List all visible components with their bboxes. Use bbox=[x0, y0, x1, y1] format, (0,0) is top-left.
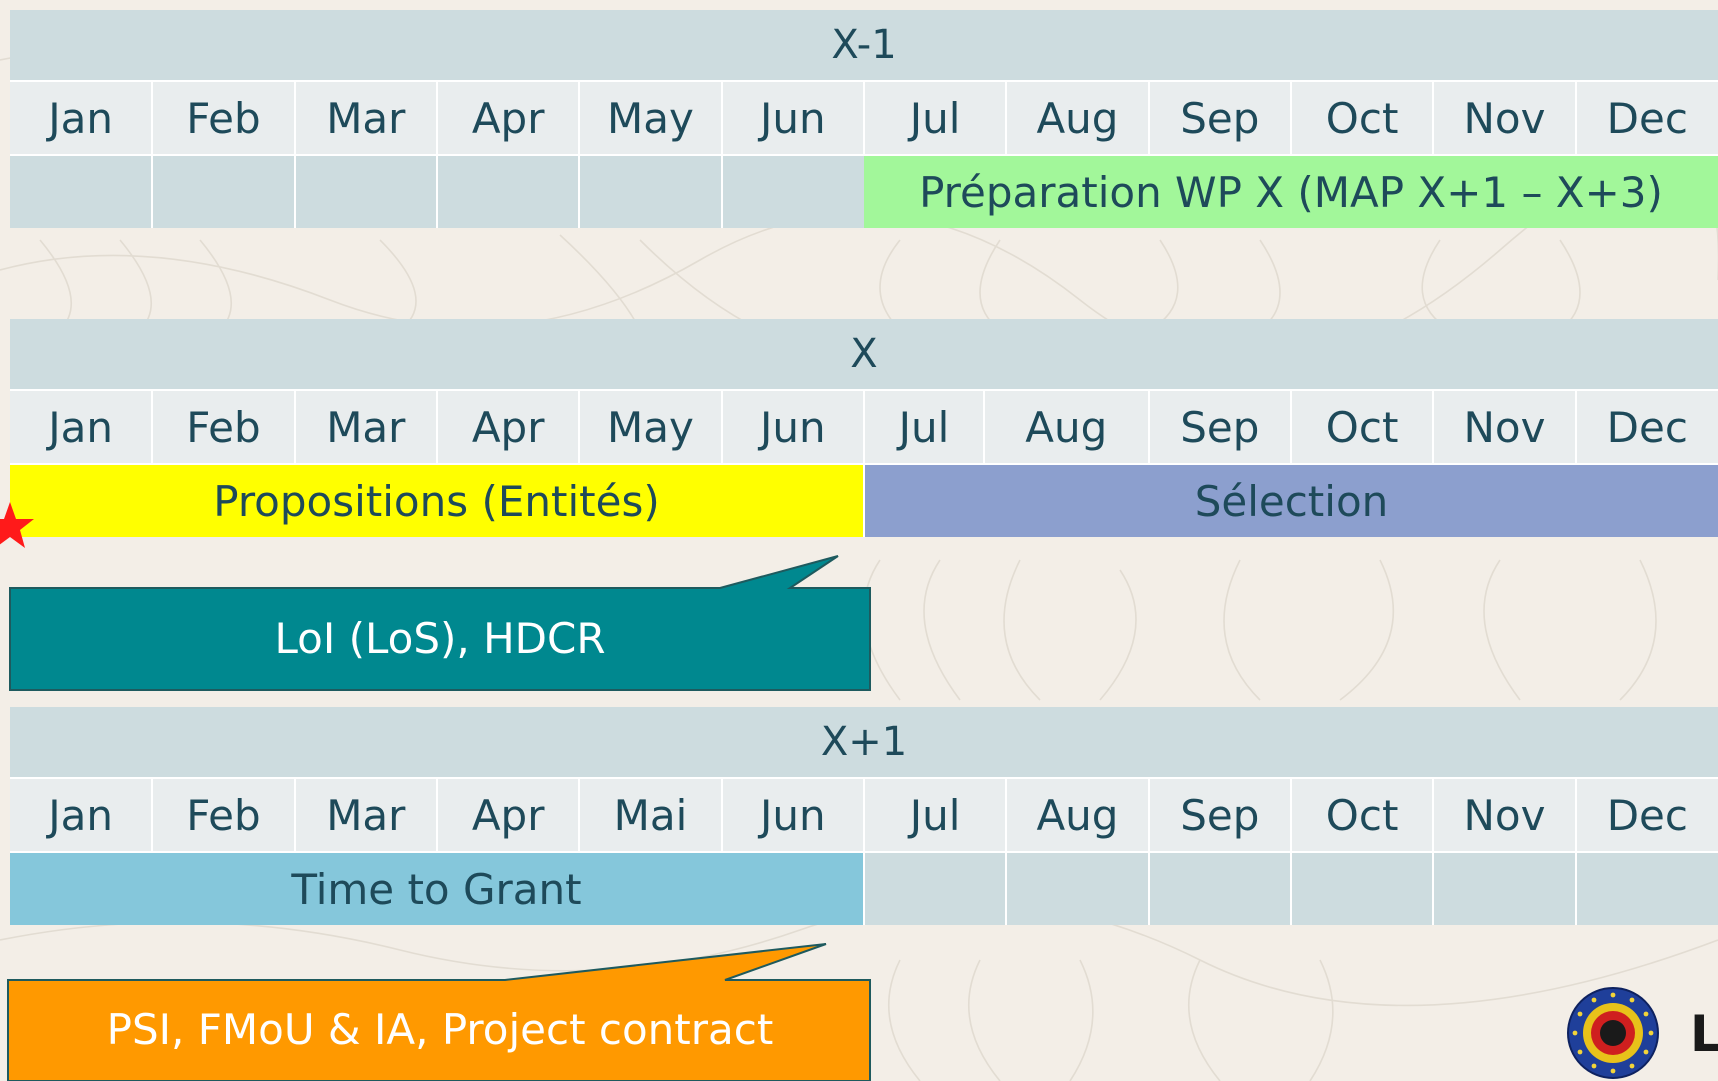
empty-cell bbox=[293, 156, 437, 228]
belgian-defence-emblem-icon bbox=[1567, 987, 1659, 1079]
month-cell: Sep bbox=[1147, 391, 1291, 463]
selection-band: Sélection bbox=[862, 465, 1718, 537]
month-cell: Mar bbox=[293, 779, 437, 851]
month-cell: Apr bbox=[435, 391, 580, 463]
month-cell: Feb bbox=[151, 779, 295, 851]
month-cell: Mar bbox=[293, 82, 437, 154]
empty-cell bbox=[720, 156, 864, 228]
month-cell: Oct bbox=[1289, 82, 1434, 154]
month-cell: Mai bbox=[578, 779, 722, 851]
month-cell: Aug bbox=[1005, 779, 1149, 851]
red-star-icon bbox=[0, 502, 34, 548]
empty-cell bbox=[578, 156, 722, 228]
month-cell: Feb bbox=[151, 82, 295, 154]
time-to-grant-band: Time to Grant bbox=[10, 853, 864, 925]
empty-cell bbox=[1289, 853, 1434, 925]
empty-cell bbox=[1005, 853, 1149, 925]
month-cell: Jun bbox=[720, 82, 864, 154]
logo-wordmark: L bbox=[1690, 1005, 1718, 1063]
month-cell: May bbox=[578, 82, 722, 154]
psi-callout-label: PSI, FMoU & IA, Project contract bbox=[106, 1005, 774, 1054]
month-cell: Jan bbox=[10, 391, 153, 463]
month-cell: Nov bbox=[1432, 779, 1576, 851]
month-cell: Sep bbox=[1147, 779, 1291, 851]
month-cell: Mar bbox=[293, 391, 437, 463]
timeline-section-x-plus-1: X+1 Jan Feb Mar Apr Mai Jun Jul Aug Sep … bbox=[10, 707, 1718, 925]
timeline-section-x-minus-1: X-1 Jan Feb Mar Apr May Jun Jul Aug Sep … bbox=[10, 10, 1718, 228]
empty-cell bbox=[1574, 853, 1718, 925]
month-cell: Nov bbox=[1432, 391, 1576, 463]
month-cell: Jan bbox=[10, 82, 153, 154]
month-cell: Apr bbox=[435, 82, 580, 154]
month-cell: Dec bbox=[1574, 779, 1718, 851]
month-cell: Aug bbox=[1005, 82, 1149, 154]
month-cell: Nov bbox=[1432, 82, 1576, 154]
timeline-section-x: X Jan Feb Mar Apr May Jun Jul Aug Sep Oc… bbox=[10, 319, 1718, 537]
month-cell: Jul bbox=[862, 82, 1007, 154]
empty-cell bbox=[10, 156, 153, 228]
month-cell: Oct bbox=[1289, 391, 1434, 463]
year-header: X+1 bbox=[10, 707, 1718, 777]
empty-cell bbox=[1432, 853, 1576, 925]
month-cell: May bbox=[578, 391, 722, 463]
month-cell: Aug bbox=[982, 391, 1149, 463]
month-cell: Dec bbox=[1574, 82, 1718, 154]
propositions-band: Propositions (Entités) bbox=[10, 465, 864, 537]
empty-cell bbox=[1147, 853, 1291, 925]
empty-cell bbox=[862, 853, 1007, 925]
month-cell: Jan bbox=[10, 779, 153, 851]
month-cell: Dec bbox=[1574, 391, 1718, 463]
month-cell: Jul bbox=[862, 779, 1007, 851]
month-cell: Jul bbox=[862, 391, 984, 463]
loi-hdcr-callout-label: LoI (LoS), HDCR bbox=[274, 614, 606, 663]
month-cell: Jun bbox=[720, 391, 864, 463]
empty-cell bbox=[435, 156, 580, 228]
year-header: X-1 bbox=[10, 10, 1718, 80]
month-cell: Sep bbox=[1147, 82, 1291, 154]
month-cell: Feb bbox=[151, 391, 295, 463]
month-cell: Apr bbox=[435, 779, 580, 851]
empty-cell bbox=[151, 156, 295, 228]
preparation-band: Préparation WP X (MAP X+1 – X+3) bbox=[863, 156, 1718, 228]
month-cell: Jun bbox=[720, 779, 864, 851]
year-header: X bbox=[10, 319, 1718, 389]
month-cell: Oct bbox=[1289, 779, 1434, 851]
